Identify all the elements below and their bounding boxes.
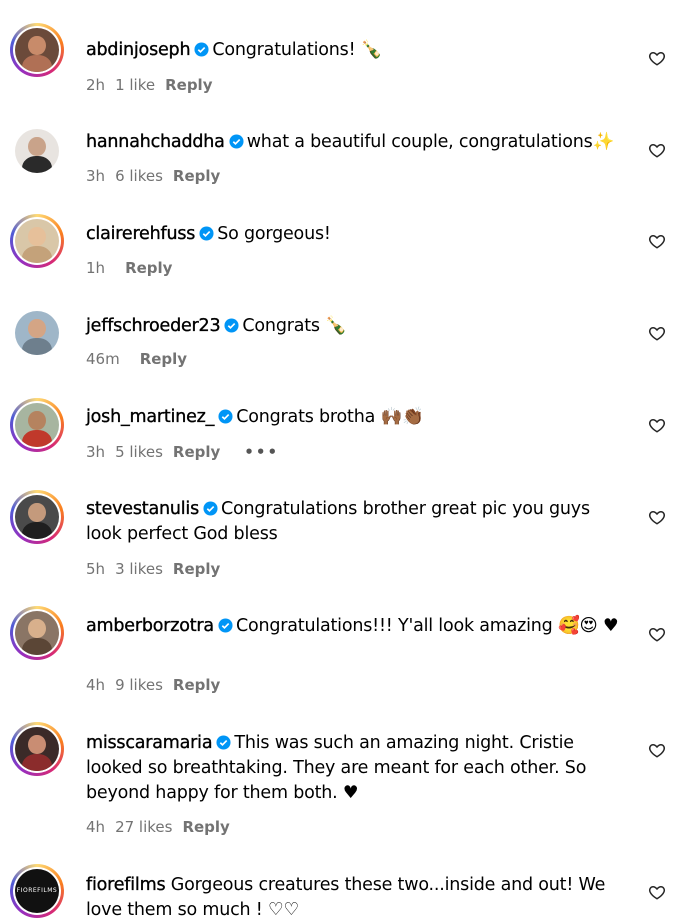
avatar[interactable] <box>10 606 64 660</box>
comment-text-block: jeffschroeder23 Congrats 🍾 <box>86 314 621 339</box>
heart-outline-icon[interactable] <box>648 49 666 67</box>
heart-outline-icon[interactable] <box>648 232 666 250</box>
comment-meta: 5h 3 likes Reply <box>86 560 230 578</box>
comment-time: 1h <box>86 259 106 277</box>
avatar[interactable] <box>10 398 64 452</box>
comment-text-block: hannahchaddha what a beautiful couple, co… <box>86 130 621 155</box>
comment-text-block: misscaramaria This was such an amazing ni… <box>86 731 621 806</box>
comment-text-block: amberborzotra Congratulations!!! Y'all lo… <box>86 614 621 639</box>
comment-meta: 3h 6 likes Reply <box>86 167 230 185</box>
username[interactable]: misscaramaria <box>86 733 213 753</box>
avatar[interactable] <box>10 124 64 178</box>
like-count[interactable]: 9 likes <box>115 676 163 694</box>
heart-outline-icon[interactable] <box>648 508 666 526</box>
avatar[interactable] <box>10 722 64 776</box>
avatar[interactable] <box>10 490 64 544</box>
username[interactable]: josh_martinez_ <box>86 407 215 427</box>
reply-button[interactable]: Reply <box>173 167 220 185</box>
comment-time: 2h <box>86 76 106 94</box>
verified-badge-icon <box>199 226 214 241</box>
comment-text-block: fiorefilms Gorgeous creatures these two.… <box>86 873 621 923</box>
username[interactable]: fiorefilms <box>86 875 166 895</box>
username[interactable]: abdinjoseph <box>86 40 191 60</box>
heart-outline-icon[interactable] <box>648 883 666 901</box>
heart-outline-icon[interactable] <box>648 324 666 342</box>
comment-time: 3h <box>86 167 106 185</box>
comment-meta: 3h 5 likes Reply ••• <box>86 443 289 461</box>
avatar[interactable]: FIOREFILMS <box>10 864 64 918</box>
verified-badge-icon <box>229 134 244 149</box>
username[interactable]: hannahchaddha <box>86 132 225 152</box>
reply-button[interactable]: Reply <box>165 76 212 94</box>
username[interactable]: amberborzotra <box>86 616 214 636</box>
reply-button[interactable]: Reply <box>182 818 229 836</box>
reply-button[interactable]: Reply <box>173 676 220 694</box>
comment-text-block: josh_martinez_ Congrats brotha 🙌🏾👏🏾 <box>86 405 621 430</box>
comment-time: 46m <box>86 350 120 368</box>
username[interactable]: stevestanulis <box>86 499 200 519</box>
like-count[interactable]: 5 likes <box>115 443 163 461</box>
reply-button[interactable]: Reply <box>125 259 172 277</box>
comment-time: 4h <box>86 676 106 694</box>
like-count[interactable]: 3 likes <box>115 560 163 578</box>
comment-text: what a beautiful couple, congratulations… <box>246 132 615 152</box>
comment-text: Congratulations! 🍾 <box>212 40 383 60</box>
reply-button[interactable]: Reply <box>173 560 220 578</box>
heart-outline-icon[interactable] <box>648 416 666 434</box>
comment-meta: 4h 27 likes Reply <box>86 818 240 836</box>
comment-meta: 2h 1 like Reply <box>86 76 222 94</box>
comment-time: 5h <box>86 560 106 578</box>
more-options-button[interactable]: ••• <box>244 443 279 461</box>
comment-text: So gorgeous! <box>217 224 331 244</box>
like-count[interactable]: 1 like <box>115 76 155 94</box>
username[interactable]: jeffschroeder23 <box>86 316 221 336</box>
verified-badge-icon <box>218 409 233 424</box>
avatar[interactable] <box>10 23 64 77</box>
heart-outline-icon[interactable] <box>648 741 666 759</box>
comment-text-block: clairerehfuss So gorgeous! <box>86 222 621 247</box>
avatar[interactable] <box>10 214 64 268</box>
like-count[interactable]: 27 likes <box>115 818 172 836</box>
comment-text: Congrats 🍾 <box>242 316 347 336</box>
verified-badge-icon <box>194 42 209 57</box>
heart-outline-icon[interactable] <box>648 625 666 643</box>
comment-time: 4h <box>86 818 106 836</box>
comment-text: Congratulations!!! Y'all look amazing 🥰😍… <box>235 616 619 636</box>
reply-button[interactable]: Reply <box>173 443 220 461</box>
verified-badge-icon <box>224 318 239 333</box>
verified-badge-icon <box>203 501 218 516</box>
brand-logo: FIOREFILMS <box>16 887 58 895</box>
comment-time: 3h <box>86 443 106 461</box>
comment-text: Congrats brotha 🙌🏾👏🏾 <box>236 407 424 427</box>
comment-text-block: abdinjoseph Congratulations! 🍾 <box>86 38 621 63</box>
comment-meta: 1h Reply <box>86 259 182 277</box>
verified-badge-icon <box>218 618 233 633</box>
reply-button[interactable]: Reply <box>140 350 187 368</box>
username[interactable]: clairerehfuss <box>86 224 196 244</box>
comment-meta: 46m Reply <box>86 350 197 368</box>
like-count[interactable]: 6 likes <box>115 167 163 185</box>
comment-text-block: stevestanulis Congratulations brother gre… <box>86 497 621 547</box>
heart-outline-icon[interactable] <box>648 141 666 159</box>
verified-badge-icon <box>216 735 231 750</box>
comment-meta: 4h 9 likes Reply <box>86 676 230 694</box>
avatar[interactable] <box>10 306 64 360</box>
